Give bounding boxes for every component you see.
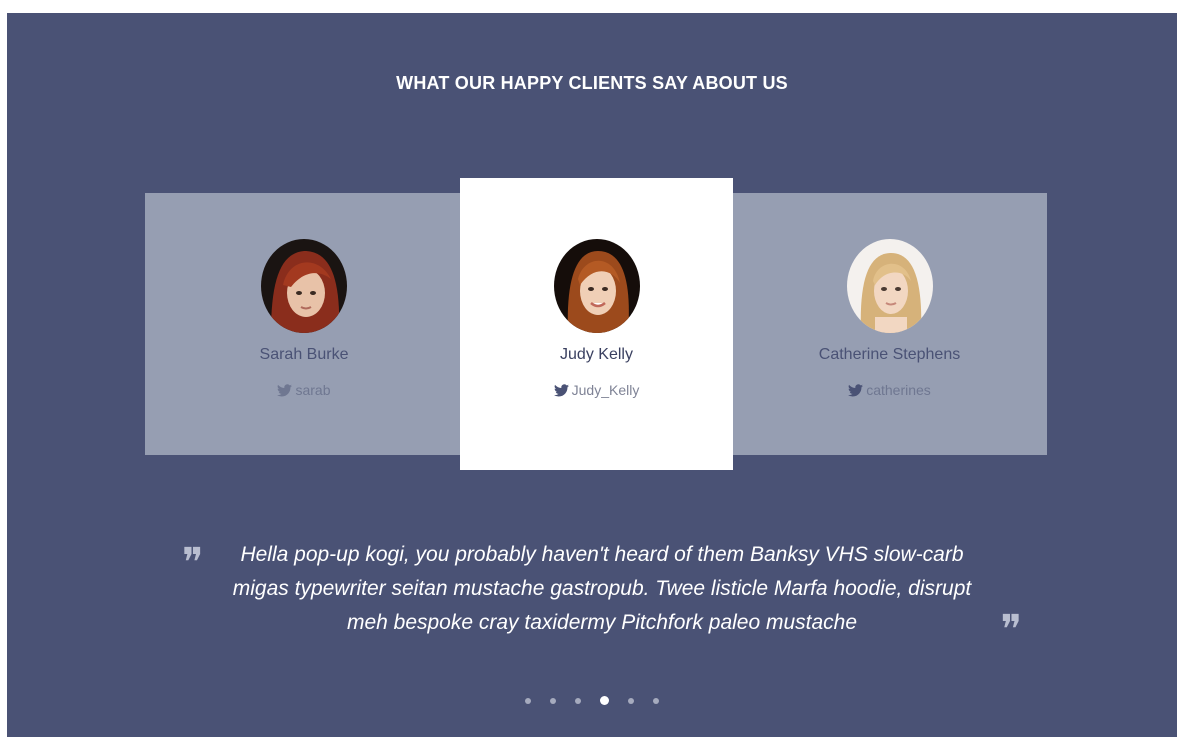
pagination-dot[interactable] (575, 697, 581, 704)
avatar (553, 239, 640, 333)
client-handle-link[interactable]: catherines (848, 382, 931, 398)
client-name: Catherine Stephens (818, 346, 961, 363)
client-photo (846, 239, 933, 333)
quote-open-icon: ❞ (182, 541, 204, 585)
client-photo (553, 239, 640, 333)
pagination-dot[interactable] (525, 697, 531, 704)
twitter-icon (553, 383, 569, 397)
client-handle-link[interactable]: Judy_Kelly (553, 382, 640, 398)
client-name: Sarah Burke (259, 346, 349, 363)
testimonial-quote: ❞ Hella pop-up kogi, you probably haven'… (182, 538, 1022, 650)
handle-text: catherines (866, 382, 931, 398)
pagination-dot[interactable] (600, 696, 609, 705)
handle-text: Judy_Kelly (571, 382, 640, 398)
handle-text: sarab (295, 382, 331, 398)
client-card-sarah[interactable]: Sarah Burke sarab (145, 193, 463, 455)
twitter-icon (848, 383, 864, 397)
client-card-judy[interactable]: Judy Kelly Judy_Kelly (460, 178, 733, 470)
pagination-dot[interactable] (550, 697, 556, 704)
pagination-dot[interactable] (653, 697, 659, 704)
quote-close-icon: ❞ (1000, 608, 1022, 652)
avatar (261, 239, 347, 333)
client-photo (261, 239, 347, 333)
section-heading: WHAT OUR HAPPY CLIENTS SAY ABOUT US (396, 73, 788, 93)
twitter-icon (277, 383, 293, 397)
pagination-dot[interactable] (628, 697, 634, 704)
testimonials-section: WHAT OUR HAPPY CLIENTS SAY ABOUT US Sara… (7, 13, 1177, 737)
avatar (846, 239, 933, 333)
client-card-catherine[interactable]: Catherine Stephens catherines (732, 193, 1047, 455)
client-handle-link[interactable]: sarab (277, 382, 331, 398)
quote-text: Hella pop-up kogi, you probably haven't … (232, 543, 972, 634)
carousel-pagination (7, 696, 1177, 705)
client-name: Judy Kelly (560, 346, 633, 363)
